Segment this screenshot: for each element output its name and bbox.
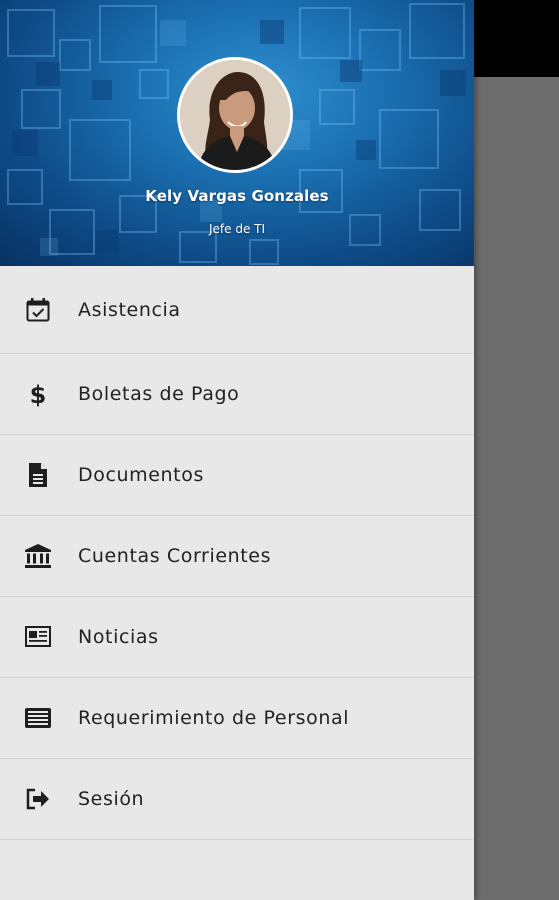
menu-label: Sesión [78,788,145,810]
drawer-header: Kely Vargas Gonzales Jefe de TI [0,0,474,266]
user-role: Jefe de TI [208,222,266,236]
dollar-icon: $ [24,380,52,408]
drawer-scrim[interactable] [474,77,559,900]
calendar-check-icon [24,296,52,324]
status-bar-scrim [474,0,559,77]
sign-out-icon [24,785,52,813]
menu-label: Cuentas Corrientes [78,545,272,567]
list-card-icon [24,704,52,732]
document-icon [24,461,52,489]
svg-text:$: $ [30,381,47,407]
menu-label: Noticias [78,626,159,648]
avatar-photo [180,60,290,170]
menu-item-requerimiento-de-personal[interactable]: Requerimiento de Personal [0,678,474,759]
avatar[interactable] [177,57,293,173]
drawer-menu: Asistencia $ Boletas de Pago Documentos [0,266,474,840]
menu-item-cuentas-corrientes[interactable]: Cuentas Corrientes [0,516,474,597]
menu-item-asistencia[interactable]: Asistencia [0,266,474,354]
menu-label: Asistencia [78,298,181,321]
menu-item-noticias[interactable]: Noticias [0,597,474,678]
menu-label: Documentos [78,464,204,486]
menu-item-sesion[interactable]: Sesión [0,759,474,840]
menu-label: Boletas de Pago [78,383,240,405]
bank-icon [24,542,52,570]
user-name: Kely Vargas Gonzales [145,187,329,205]
navigation-drawer: Kely Vargas Gonzales Jefe de TI Asistenc… [0,0,474,900]
menu-label: Requerimiento de Personal [78,707,350,729]
newspaper-icon [24,623,52,651]
menu-item-documentos[interactable]: Documentos [0,435,474,516]
menu-item-boletas-de-pago[interactable]: $ Boletas de Pago [0,354,474,435]
